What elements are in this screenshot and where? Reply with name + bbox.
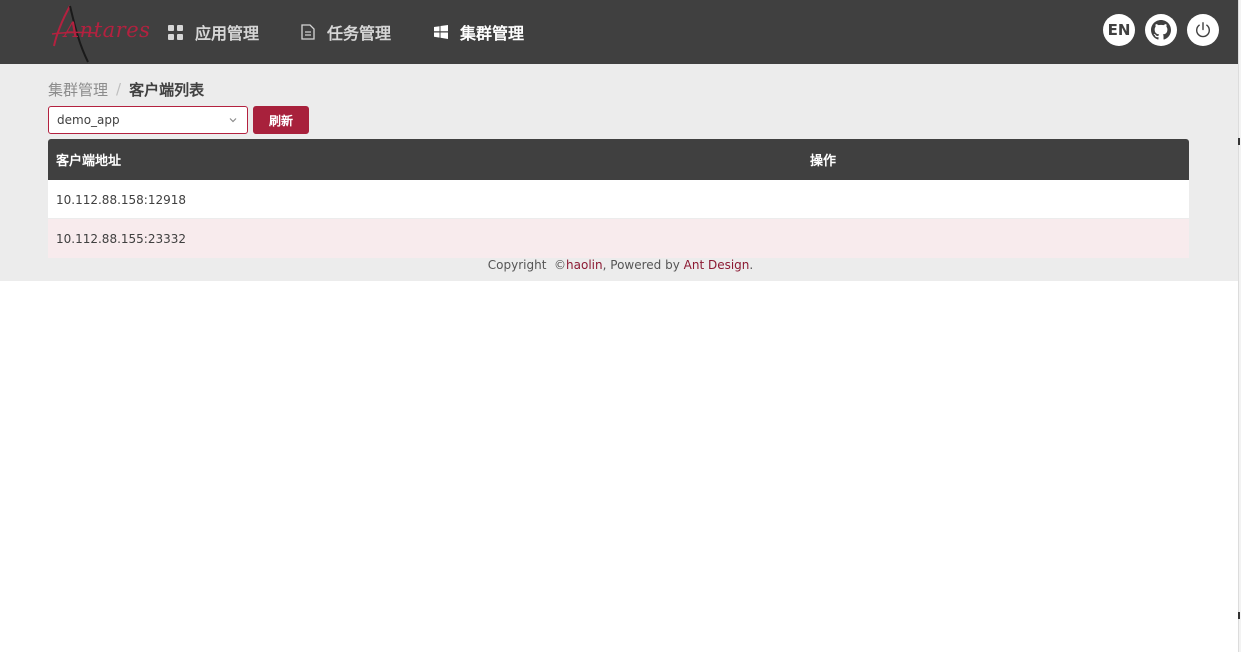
table-header: 客户端地址 操作 xyxy=(48,139,1189,180)
refresh-button[interactable]: 刷新 xyxy=(253,106,309,134)
nav-label: 应用管理 xyxy=(195,24,260,43)
client-address-cell: 10.112.88.158:12918 xyxy=(56,192,187,207)
client-address-cell: 10.112.88.155:23332 xyxy=(56,231,187,246)
logout-button[interactable] xyxy=(1187,14,1219,46)
windows-icon xyxy=(434,25,448,39)
scroll-marker xyxy=(1238,612,1240,619)
client-table: 客户端地址 操作 10.112.88.158:12918 10.112.88.1… xyxy=(48,139,1189,258)
footer: Copyright ©haolin, Powered by Ant Design… xyxy=(0,258,1241,276)
column-header-actions: 操作 xyxy=(810,154,837,169)
power-icon xyxy=(1196,22,1210,38)
breadcrumb-current: 客户端列表 xyxy=(129,80,205,99)
github-icon xyxy=(1151,20,1171,40)
github-button[interactable] xyxy=(1145,14,1177,46)
app-select[interactable]: demo_app xyxy=(48,106,248,134)
scroll-marker xyxy=(1238,138,1240,145)
breadcrumb: 集群管理 / 客户端列表 xyxy=(48,78,204,100)
column-header-address: 客户端地址 xyxy=(56,154,122,169)
top-header: Antares 应用管理 任务管理 集群管理 EN xyxy=(0,0,1241,64)
footer-copyright: Copyright © xyxy=(487,258,567,272)
chevron-down-icon xyxy=(229,118,237,123)
table-row: 10.112.88.155:23332 xyxy=(48,219,1189,258)
footer-author-link[interactable]: haolin xyxy=(566,258,603,272)
table-row: 10.112.88.158:12918 xyxy=(48,180,1189,219)
footer-suffix: . xyxy=(749,258,754,272)
nav-task-management[interactable]: 任务管理 xyxy=(301,0,391,64)
nav-label: 集群管理 xyxy=(460,24,525,43)
footer-ant-design-link[interactable]: Ant Design xyxy=(684,258,750,272)
app-select-value: demo_app xyxy=(57,113,120,127)
file-text-icon xyxy=(301,24,315,40)
antares-logo[interactable]: Antares xyxy=(48,2,152,64)
nav-app-management[interactable]: 应用管理 xyxy=(168,0,259,64)
appstore-icon xyxy=(168,24,183,40)
footer-powered-by: , Powered by xyxy=(602,258,684,272)
logo-text: Antares xyxy=(64,18,151,42)
language-toggle-button[interactable]: EN xyxy=(1103,14,1135,46)
breadcrumb-parent[interactable]: 集群管理 xyxy=(48,79,108,100)
nav-label: 任务管理 xyxy=(327,24,392,43)
breadcrumb-separator: / xyxy=(116,80,122,98)
main-content: 集群管理 / 客户端列表 demo_app 刷新 客户端地址 操作 10.112… xyxy=(0,64,1241,281)
nav-cluster-management[interactable]: 集群管理 xyxy=(434,0,524,64)
